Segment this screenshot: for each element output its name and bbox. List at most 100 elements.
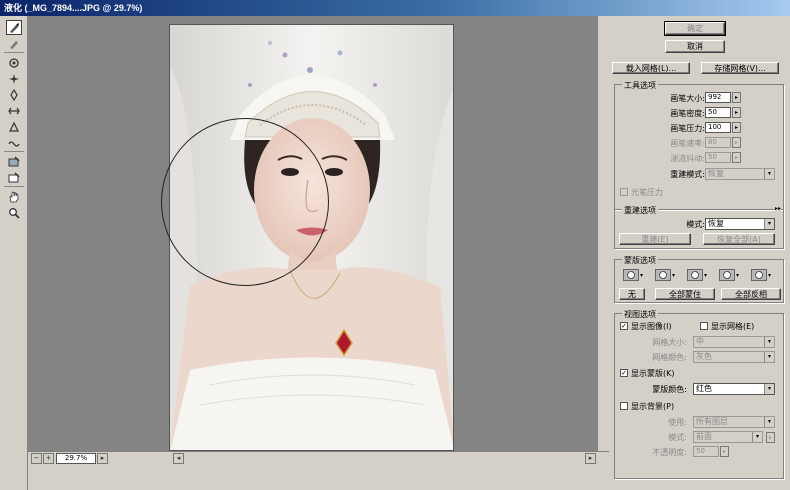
show-mesh-label: 显示网格(E) [711, 322, 755, 331]
mesh-size-label: 网格大小: [652, 338, 687, 347]
reconstruct-options-group: 重建选项 ▸▸ 模式: 恢复 ▾ 重建(E) 恢复全部(A) [614, 205, 784, 249]
backdrop-mode-select: 前面 ▾ [693, 431, 763, 443]
ok-button[interactable]: 确定 [664, 21, 726, 36]
save-mesh-button[interactable]: 存储网格(V)... [701, 62, 779, 74]
options-panel: 确定 取消 载入网格(L)... 存储网格(V)... 工具选项 画笔大小: 9… [609, 16, 790, 490]
show-mesh-checkbox[interactable] [700, 322, 708, 330]
scroll-left-arrow-icon[interactable]: ◂ [173, 453, 184, 464]
brush-cursor [161, 118, 329, 286]
chevron-down-icon: ▾ [752, 432, 762, 442]
turbulent-jitter-input: 50 [705, 152, 731, 163]
turbulence-tool-icon[interactable] [6, 135, 22, 150]
brush-pressure-label: 画笔压力: [670, 124, 705, 133]
intersect-with-mask-icon[interactable] [719, 269, 735, 281]
mesh-size-select: 中 ▾ [693, 336, 775, 348]
brush-density-dropdown-arrow-icon[interactable]: ▸ [732, 107, 741, 118]
zoom-out-button[interactable]: − [31, 453, 42, 464]
brush-rate-dropdown-arrow-icon: ▸ [732, 137, 741, 148]
tool-separator [4, 52, 24, 53]
brush-size-input[interactable]: 992 [705, 92, 731, 103]
reconstruct-options-mode-value: 恢复 [708, 219, 724, 228]
pucker-tool-icon[interactable] [6, 71, 22, 86]
load-mesh-button[interactable]: 载入网格(L)... [612, 62, 690, 74]
replace-selection-mask-icon[interactable] [623, 269, 639, 281]
backdrop-opacity-label: 不透明度: [652, 448, 687, 457]
twirl-clockwise-tool-icon[interactable] [6, 55, 22, 70]
mesh-size-value: 中 [696, 337, 704, 346]
freeze-mask-tool-icon[interactable] [6, 154, 22, 169]
reconstruct-mode-select: 恢复 ▾ [705, 168, 775, 180]
hand-tool-icon[interactable] [6, 189, 22, 204]
show-mask-checkbox[interactable]: ✓ [620, 369, 628, 377]
tool-separator [4, 151, 24, 152]
mesh-color-select: 灰色 ▾ [693, 351, 775, 363]
backdrop-mode-label: 模式: [668, 433, 687, 442]
mask-color-select[interactable]: 红色 ▾ [693, 383, 775, 395]
panel-menu-arrow-icon[interactable]: ▸▸ [774, 205, 781, 212]
restore-all-button: 恢复全部(A) [703, 233, 775, 245]
chevron-down-icon[interactable]: ▾ [640, 272, 643, 279]
chevron-down-icon[interactable]: ▾ [736, 272, 739, 279]
chevron-down-icon[interactable]: ▾ [704, 272, 707, 279]
chevron-down-icon: ▾ [764, 384, 774, 394]
show-image-checkbox[interactable]: ✓ [620, 322, 628, 330]
mask-none-button[interactable]: 无 [619, 288, 645, 300]
status-bar: − + 29.7% ▸ ◂ ▸ [28, 451, 609, 464]
turbulent-jitter-dropdown-arrow-icon: ▸ [732, 152, 741, 163]
brush-size-label: 画笔大小: [670, 94, 705, 103]
preview-canvas[interactable] [28, 16, 609, 451]
tool-options-title: 工具选项 [622, 80, 658, 91]
show-backdrop-checkbox[interactable] [620, 402, 628, 410]
brush-density-input[interactable]: 50 [705, 107, 731, 118]
chevron-down-icon[interactable]: ▾ [768, 272, 771, 279]
mask-options-title: 蒙版选项 [622, 255, 658, 266]
stylus-pressure-label: 光笔压力 [631, 188, 663, 197]
chevron-down-icon: ▾ [764, 417, 774, 427]
zoom-in-button[interactable]: + [43, 453, 54, 464]
mask-options-group: 蒙版选项 ▾ ▾ ▾ ▾ ▾ 无 全部蒙住 全部反相 [614, 255, 784, 303]
brush-pressure-input[interactable]: 100 [705, 122, 731, 133]
chevron-down-icon: ▾ [764, 219, 774, 229]
show-mask-label: 显示蒙版(K) [631, 369, 675, 378]
reconstruct-mode-options-label: 模式: [686, 220, 705, 229]
zoom-dropdown-arrow-icon[interactable]: ▸ [97, 453, 108, 464]
reconstruct-tool-icon[interactable] [6, 36, 22, 51]
bloat-tool-icon[interactable] [6, 87, 22, 102]
thaw-mask-tool-icon[interactable] [6, 170, 22, 185]
mirror-tool-icon[interactable] [6, 119, 22, 134]
turbulent-jitter-label: 湍流抖动: [670, 154, 705, 163]
mesh-color-label: 网格颜色: [652, 353, 687, 362]
brush-size-dropdown-arrow-icon[interactable]: ▸ [732, 92, 741, 103]
tool-separator [4, 186, 24, 187]
cancel-button[interactable]: 取消 [665, 40, 725, 53]
show-image-label: 显示图像(I) [631, 322, 672, 331]
reconstruct-mode-value: 恢复 [708, 169, 724, 178]
reconstruct-options-mode-select[interactable]: 恢复 ▾ [705, 218, 775, 230]
brush-density-label: 画笔密度: [670, 109, 705, 118]
add-to-mask-icon[interactable] [655, 269, 671, 281]
forward-warp-tool-icon[interactable] [6, 20, 22, 35]
view-options-group: 视图选项 ✓ 显示图像(I) 显示网格(E) 网格大小: 中 ▾ 网格颜色: 灰… [614, 309, 784, 479]
chevron-down-icon: ▾ [764, 337, 774, 347]
chevron-down-icon: ▾ [764, 352, 774, 362]
backdrop-use-select: 所有图层 ▾ [693, 416, 775, 428]
tool-options-group: 工具选项 画笔大小: 992 ▸ 画笔密度: 50 ▸ 画笔压力: 100 ▸ … [614, 80, 784, 210]
zoom-level-field[interactable]: 29.7% [56, 453, 96, 464]
brush-rate-input: 80 [705, 137, 731, 148]
show-backdrop-label: 显示背景(P) [631, 402, 675, 411]
mask-all-button[interactable]: 全部蒙住 [655, 288, 715, 300]
window-title: 液化 (_MG_7894....JPG @ 29.7%) [0, 0, 790, 16]
zoom-tool-icon[interactable] [6, 205, 22, 220]
scroll-right-arrow-icon[interactable]: ▸ [585, 453, 596, 464]
mask-color-value: 红色 [696, 384, 712, 393]
reconstruct-mode-label: 重建模式: [670, 170, 705, 179]
subtract-from-mask-icon[interactable] [687, 269, 703, 281]
chevron-down-icon[interactable]: ▾ [672, 272, 675, 279]
invert-all-button[interactable]: 全部反相 [721, 288, 781, 300]
brush-pressure-dropdown-arrow-icon[interactable]: ▸ [732, 122, 741, 133]
brush-rate-label: 画笔速率: [670, 139, 705, 148]
push-left-tool-icon[interactable] [6, 103, 22, 118]
vertical-scrollbar[interactable] [597, 16, 609, 451]
reconstruct-button: 重建(E) [619, 233, 691, 245]
invert-mask-icon[interactable] [751, 269, 767, 281]
